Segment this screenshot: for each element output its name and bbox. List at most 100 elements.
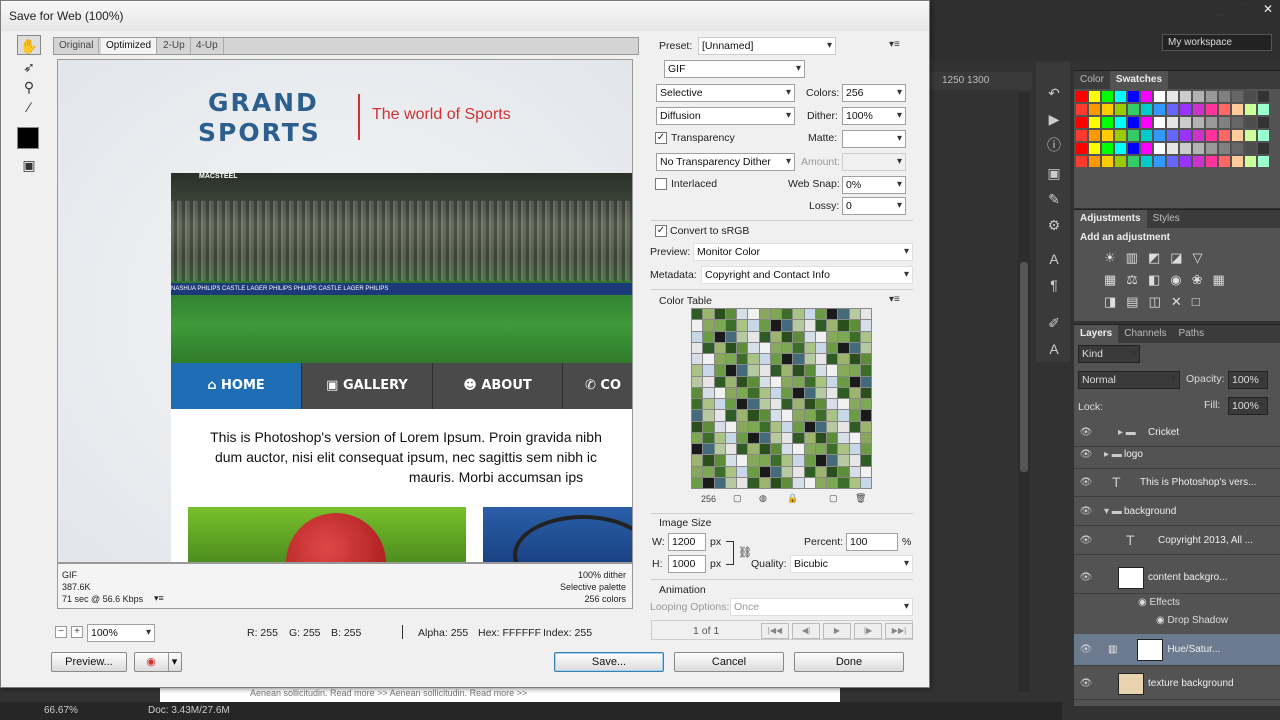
first-frame-icon[interactable]: |◀◀ <box>761 623 789 639</box>
color-table-cell[interactable] <box>692 365 703 376</box>
invert-icon[interactable]: ◨ <box>1104 294 1116 310</box>
color-table-cell[interactable] <box>714 376 725 387</box>
swatch[interactable] <box>1258 156 1269 167</box>
selective-color-icon[interactable]: □ <box>1192 294 1200 310</box>
swatch[interactable] <box>1115 143 1126 154</box>
status-zoom[interactable]: 66.67% <box>44 705 78 716</box>
swatch[interactable] <box>1167 104 1178 115</box>
cancel-button[interactable]: Cancel <box>674 652 784 672</box>
document-scrollbar[interactable] <box>1018 92 1030 692</box>
swatch[interactable] <box>1141 91 1152 102</box>
color-table-cell[interactable] <box>770 466 781 477</box>
play-icon[interactable]: ▶ <box>823 623 851 639</box>
tab-adjustments[interactable]: Adjustments <box>1074 210 1147 228</box>
color-table-cell[interactable] <box>782 455 793 466</box>
color-table-cell[interactable] <box>759 421 770 432</box>
swatch[interactable] <box>1167 130 1178 141</box>
color-table-cell[interactable] <box>860 354 871 365</box>
percent-field[interactable]: 100 <box>846 533 898 551</box>
swatch[interactable] <box>1154 143 1165 154</box>
layer-row[interactable]: 👁 T This is Photoshop's vers... <box>1074 468 1280 497</box>
color-table-cell[interactable] <box>793 455 804 466</box>
swatch[interactable] <box>1141 130 1152 141</box>
color-table-cell[interactable] <box>748 410 759 421</box>
color-table-cell[interactable] <box>714 444 725 455</box>
swatch[interactable] <box>1128 130 1139 141</box>
interlaced-checkbox[interactable] <box>655 178 667 190</box>
reduction-select[interactable]: Selective <box>656 84 795 102</box>
swatch[interactable] <box>1115 156 1126 167</box>
color-table-cell[interactable] <box>703 399 714 410</box>
color-table-cell[interactable] <box>782 399 793 410</box>
tab-4-up[interactable]: 4-Up <box>191 38 224 54</box>
zoom-tool-icon[interactable]: ⚲ <box>17 77 41 97</box>
character-styles-icon[interactable]: A <box>1044 340 1064 358</box>
color-table-cell[interactable] <box>815 320 826 331</box>
color-table-cell[interactable] <box>714 331 725 342</box>
color-table-cell[interactable] <box>770 444 781 455</box>
color-table-cell[interactable] <box>692 466 703 477</box>
swatch[interactable] <box>1167 117 1178 128</box>
swatch[interactable] <box>1089 104 1100 115</box>
eyedropper-color-icon[interactable] <box>17 127 39 149</box>
tool-presets-icon[interactable]: ✐ <box>1044 314 1064 332</box>
quality-select[interactable]: Bicubic <box>790 555 913 573</box>
color-table-cell[interactable] <box>725 477 736 488</box>
color-table-cell[interactable] <box>782 309 793 320</box>
color-table-cell[interactable] <box>714 455 725 466</box>
blend-mode-select[interactable]: Normal <box>1078 371 1180 389</box>
color-table-cell[interactable] <box>827 432 838 443</box>
color-table-cell[interactable] <box>860 432 871 443</box>
color-table-cell[interactable] <box>770 376 781 387</box>
color-table-cell[interactable] <box>860 421 871 432</box>
color-table-cell[interactable] <box>703 421 714 432</box>
swatch[interactable] <box>1076 156 1087 167</box>
color-table-cell[interactable] <box>838 331 849 342</box>
last-frame-icon[interactable]: ▶▶| <box>885 623 913 639</box>
next-frame-icon[interactable]: |▶ <box>854 623 882 639</box>
color-table-cell[interactable] <box>692 331 703 342</box>
workspace-switcher[interactable]: My workspace <box>1162 34 1272 51</box>
color-table-cell[interactable] <box>804 320 815 331</box>
color-table-cell[interactable] <box>860 342 871 353</box>
swatch[interactable] <box>1141 156 1152 167</box>
color-table-cell[interactable] <box>714 399 725 410</box>
swatch[interactable] <box>1102 91 1113 102</box>
color-table-cell[interactable] <box>714 466 725 477</box>
color-table-cell[interactable] <box>770 477 781 488</box>
color-table-cell[interactable] <box>782 376 793 387</box>
color-table-cell[interactable] <box>804 399 815 410</box>
vibrance-icon[interactable]: ▽ <box>1193 250 1203 266</box>
eye-icon[interactable]: 👁 <box>1074 678 1098 689</box>
swatch[interactable] <box>1245 117 1256 128</box>
color-table-cell[interactable] <box>692 309 703 320</box>
color-table-cell[interactable] <box>815 410 826 421</box>
swatch[interactable] <box>1193 117 1204 128</box>
color-table-cell[interactable] <box>714 477 725 488</box>
color-table-cell[interactable] <box>815 455 826 466</box>
tab-channels[interactable]: Channels <box>1118 325 1172 343</box>
swatch[interactable] <box>1219 91 1230 102</box>
color-table-cell[interactable] <box>860 331 871 342</box>
eye-icon[interactable]: 👁 <box>1074 449 1098 460</box>
color-table-cell[interactable] <box>838 466 849 477</box>
color-table-cell[interactable] <box>692 387 703 398</box>
color-table-cell[interactable] <box>860 365 871 376</box>
swatch[interactable] <box>1245 143 1256 154</box>
hand-tool-icon[interactable]: ✋ <box>17 35 41 55</box>
color-table-cell[interactable] <box>849 421 860 432</box>
color-table-cell[interactable] <box>737 331 748 342</box>
color-table-cell[interactable] <box>748 399 759 410</box>
height-field[interactable]: 1000 <box>668 555 706 573</box>
color-table-cell[interactable] <box>759 365 770 376</box>
color-table-cell[interactable] <box>849 342 860 353</box>
layer-row[interactable]: 👁 ▾ ▬ background <box>1074 497 1280 526</box>
color-table-cell[interactable] <box>692 399 703 410</box>
color-table-cell[interactable] <box>725 432 736 443</box>
optimized-preview[interactable]: GRAND SPORTS The world of Sports MACSTEE… <box>57 59 633 563</box>
color-table-cell[interactable] <box>782 331 793 342</box>
color-table-cell[interactable] <box>793 309 804 320</box>
color-table-cell[interactable] <box>804 466 815 477</box>
color-table-cell[interactable] <box>860 444 871 455</box>
color-table-cell[interactable] <box>714 421 725 432</box>
